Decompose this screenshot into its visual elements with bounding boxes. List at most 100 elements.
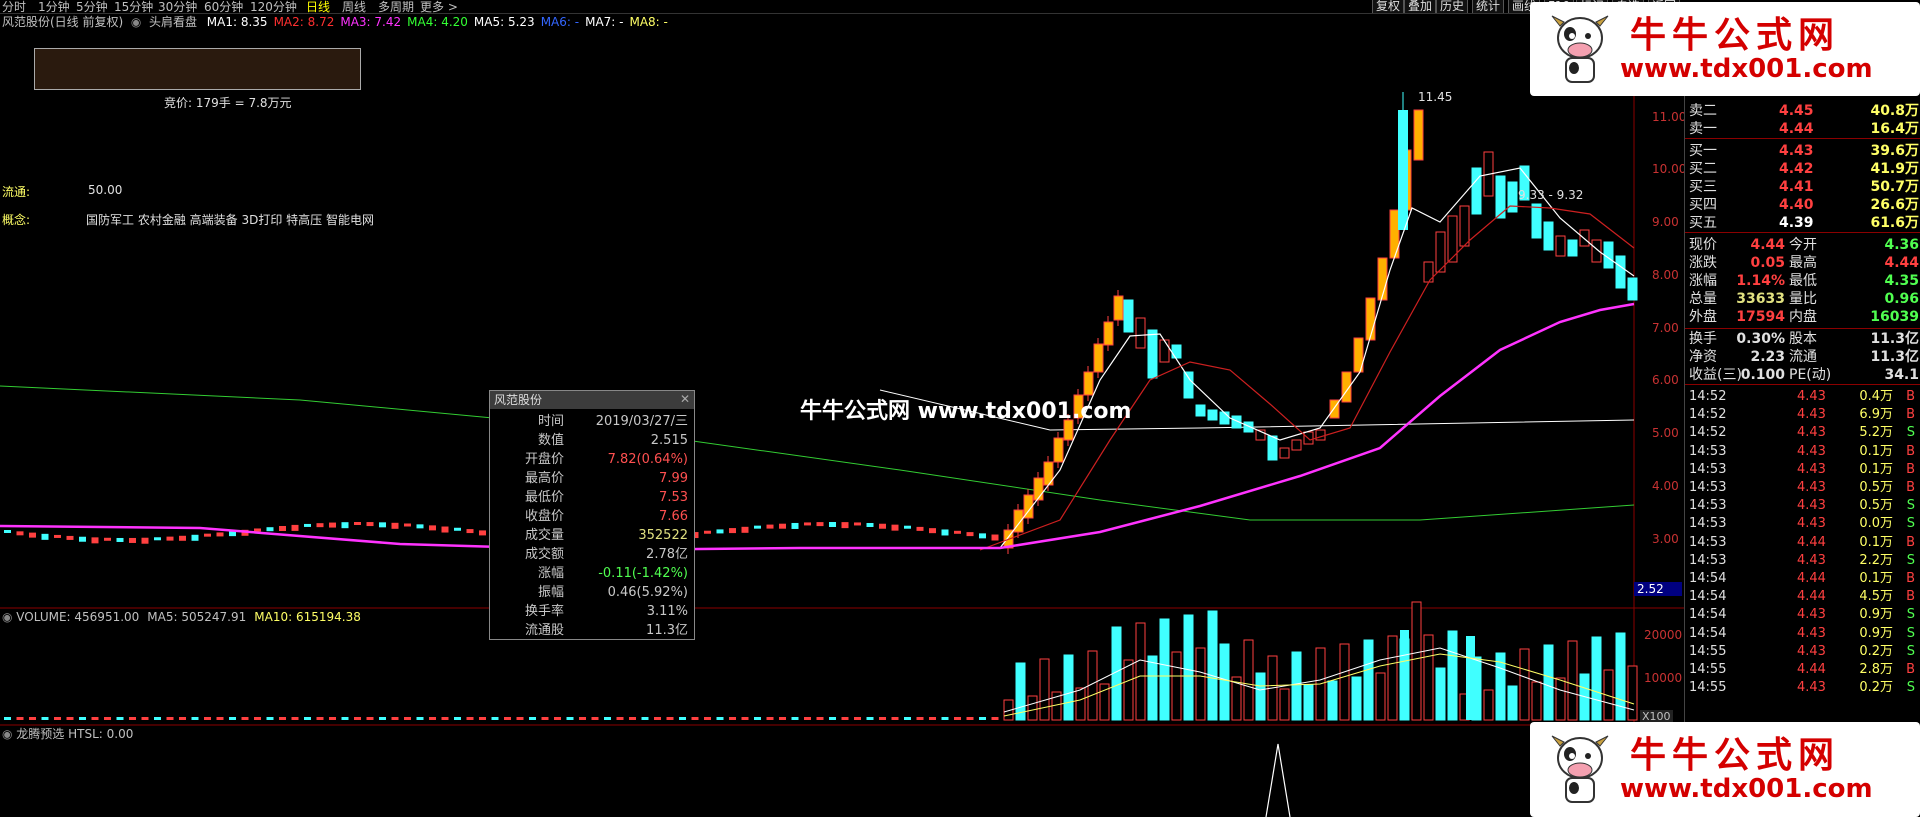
indicator-legend-text: 龙腾预选 HTSL: 0.00 xyxy=(16,727,134,741)
order-book-row: 买五 4.39 61.6万 xyxy=(1689,214,1919,232)
candle xyxy=(441,526,449,533)
volume-legend-values: VOLUME: 456951.00 MA5: 505247.91 MA10: 615… xyxy=(16,610,369,624)
ma-legend-8: MA8: - xyxy=(629,15,668,29)
tick-time: 14:52 xyxy=(1689,425,1727,441)
volume-bar xyxy=(704,717,711,720)
auction-box xyxy=(34,48,361,90)
period-tab-7[interactable]: 日线 xyxy=(306,0,330,14)
stat-value: 0.96 xyxy=(1884,291,1919,307)
price-axis-label: 10.00 xyxy=(1652,162,1687,176)
candle xyxy=(729,528,736,534)
candle xyxy=(916,526,924,531)
volume-settings-icon[interactable]: ◉ xyxy=(2,610,16,624)
order-book-volume: 40.8万 xyxy=(1870,103,1919,119)
chart-title: 风范股份(日线 前复权) xyxy=(2,15,124,29)
volume-bar xyxy=(1555,677,1566,721)
period-tab-4[interactable]: 30分钟 xyxy=(158,0,197,14)
volume-bar xyxy=(766,717,774,720)
tick-time: 14:52 xyxy=(1689,389,1727,404)
stat-value: 4.44 xyxy=(1750,237,1785,253)
tick-row: 14:53 4.43 0.1万 B xyxy=(1689,461,1919,479)
close-icon[interactable]: ✕ xyxy=(680,392,690,406)
tick-row: 14:53 4.43 0.5万 B xyxy=(1689,479,1919,497)
volume-axis-20000: 20000 xyxy=(1644,628,1683,642)
tooltip-key: 成交量 xyxy=(524,528,564,543)
candle xyxy=(1093,343,1104,373)
candle xyxy=(1171,344,1182,359)
candle xyxy=(116,537,124,542)
period-tab-6[interactable]: 120分钟 xyxy=(250,0,297,14)
period-tab-0[interactable]: 分时 xyxy=(2,0,26,14)
volume-bar xyxy=(4,717,11,720)
volume-bar xyxy=(1243,639,1254,721)
price-axis-label: 4.00 xyxy=(1652,479,1679,493)
stat-key: 涨跌 xyxy=(1689,255,1717,271)
volume-bar xyxy=(1027,695,1038,721)
tick-time: 14:55 xyxy=(1689,643,1727,659)
period-tab-8[interactable]: 周线 xyxy=(342,0,366,14)
stat-value: 11.3亿 xyxy=(1870,349,1919,365)
candle xyxy=(716,529,724,534)
volume-bar xyxy=(1255,672,1266,721)
ma-legend-1: MA1: 8.35 xyxy=(206,15,268,29)
ma-legend: MA1: 8.35 MA2: 8.72 MA3: 7.42 MA4: 4.20 MA5:… xyxy=(201,15,668,29)
toolbar-button-1[interactable]: 叠加 xyxy=(1404,0,1437,13)
tick-volume: 0.1万 xyxy=(1859,571,1893,586)
tick-price: 4.43 xyxy=(1797,480,1826,495)
period-tab-10[interactable]: 更多 > xyxy=(420,0,458,14)
tooltip-row: 涨幅 -0.11(-1.42%) xyxy=(490,565,694,583)
period-tab-5[interactable]: 60分钟 xyxy=(204,0,243,14)
order-book-row: 买一 4.43 39.6万 xyxy=(1689,142,1919,160)
toolbar-button-0[interactable]: 复权 xyxy=(1372,0,1405,13)
toolbar-button-3[interactable]: 统计 xyxy=(1472,0,1505,13)
candle xyxy=(704,530,711,534)
period-tab-1[interactable]: 1分钟 xyxy=(38,0,70,14)
stat-value: 0.100 xyxy=(1740,367,1785,383)
candle xyxy=(1413,109,1424,161)
price-axis-label: 6.00 xyxy=(1652,373,1679,387)
indicator-settings-icon[interactable]: ◉ xyxy=(127,15,145,29)
current-price-tag: 2.52 xyxy=(1634,582,1682,596)
cow-logo-icon xyxy=(1551,735,1609,803)
candle xyxy=(1279,447,1290,459)
period-tab-2[interactable]: 5分钟 xyxy=(76,0,108,14)
stat-value: 2.23 xyxy=(1750,349,1785,365)
price-axis-label: 11.00 xyxy=(1652,110,1687,124)
candle xyxy=(904,525,911,529)
tooltip-key: 成交额 xyxy=(524,547,564,562)
tick-price: 4.44 xyxy=(1797,571,1826,586)
main-chart-legend: 风范股份(日线 前复权) ◉ 头肩看盘 MA1: 8.35 MA2: 8.72 MA… xyxy=(2,15,668,29)
candle xyxy=(66,535,74,540)
candle xyxy=(379,522,386,528)
volume-bar xyxy=(1183,614,1194,721)
volume-bar xyxy=(791,717,799,720)
stat-key: 外盘 xyxy=(1689,309,1717,325)
period-tab-3[interactable]: 15分钟 xyxy=(114,0,153,14)
tick-volume: 6.9万 xyxy=(1859,407,1893,423)
candle xyxy=(129,537,136,543)
tick-price: 4.43 xyxy=(1797,607,1826,623)
tick-price: 4.43 xyxy=(1797,625,1826,641)
volume-legend-2: MA10: 615194.38 xyxy=(254,610,361,624)
toolbar-button-2[interactable]: 历史 xyxy=(1436,0,1469,13)
volume-bar xyxy=(1543,644,1554,721)
watermark-top: 牛牛公式网 www.tdx001.com xyxy=(1530,2,1920,96)
candle xyxy=(1053,437,1064,463)
volume-bar xyxy=(1207,610,1218,721)
tooltip-row: 数值 2.515 xyxy=(490,432,694,450)
candle xyxy=(1135,317,1146,349)
volume-bar xyxy=(579,717,586,720)
tooltip-key: 最高价 xyxy=(524,471,564,486)
candle xyxy=(816,522,824,527)
indicator-settings-icon-2[interactable]: ◉ xyxy=(2,727,16,741)
period-tab-9[interactable]: 多周期 xyxy=(378,0,414,14)
volume-bar xyxy=(1567,640,1578,721)
tick-volume: 4.5万 xyxy=(1859,589,1893,605)
volume-bar xyxy=(416,717,424,720)
candle xyxy=(1471,167,1482,215)
volume-bar xyxy=(966,717,974,720)
high-marker: 11.45 xyxy=(1418,90,1453,104)
tick-direction: S xyxy=(1906,552,1915,568)
volume-bar xyxy=(629,717,636,720)
tick-time: 14:53 xyxy=(1689,461,1727,477)
